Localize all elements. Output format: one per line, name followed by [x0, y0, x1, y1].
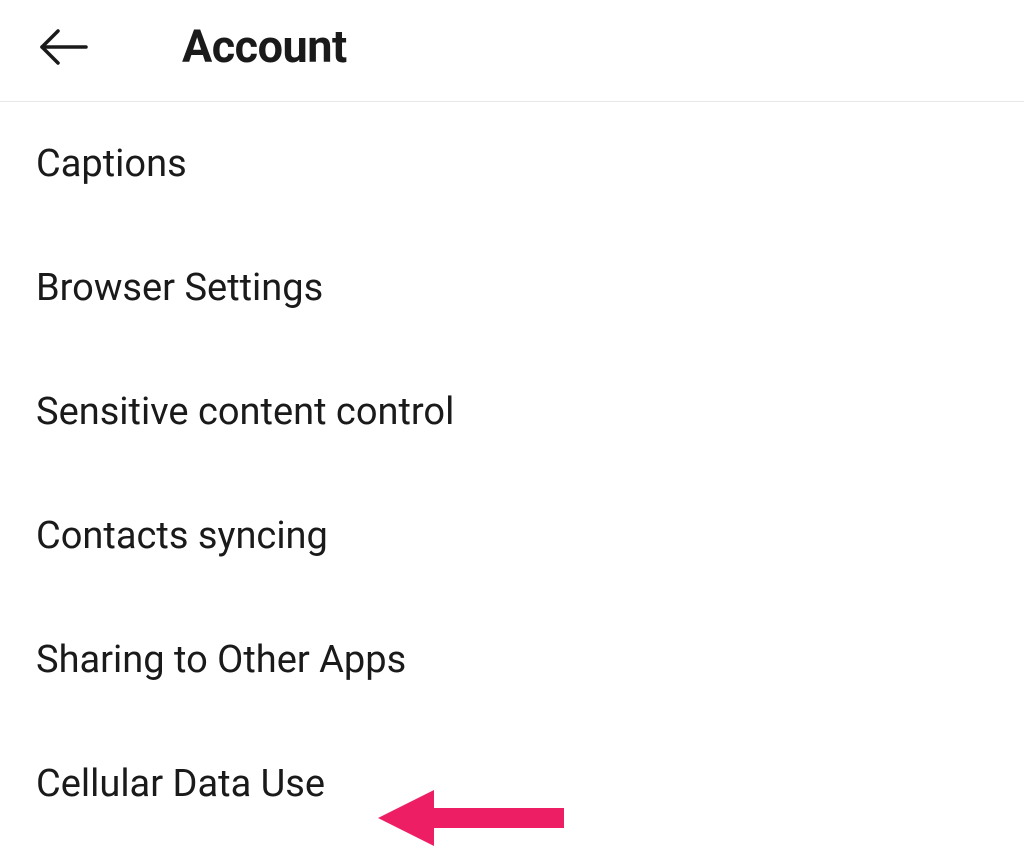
back-arrow-icon — [36, 27, 92, 67]
menu-item-captions[interactable]: Captions — [0, 102, 1024, 226]
menu-item-cellular-data-use[interactable]: Cellular Data Use — [0, 722, 1024, 846]
page-title: Account — [182, 20, 347, 73]
header: Account — [0, 0, 1024, 102]
menu-item-contacts-syncing[interactable]: Contacts syncing — [0, 474, 1024, 598]
menu-item-label: Sensitive content control — [36, 390, 454, 434]
menu-item-sharing-to-other-apps[interactable]: Sharing to Other Apps — [0, 598, 1024, 722]
menu-item-browser-settings[interactable]: Browser Settings — [0, 226, 1024, 350]
back-button[interactable] — [36, 27, 92, 67]
menu-item-label: Cellular Data Use — [36, 762, 325, 806]
menu-item-label: Browser Settings — [36, 266, 323, 310]
menu-item-label: Sharing to Other Apps — [36, 638, 406, 682]
menu-item-label: Contacts syncing — [36, 514, 328, 558]
settings-menu: Captions Browser Settings Sensitive cont… — [0, 102, 1024, 846]
menu-item-label: Captions — [36, 142, 187, 186]
menu-item-sensitive-content-control[interactable]: Sensitive content control — [0, 350, 1024, 474]
